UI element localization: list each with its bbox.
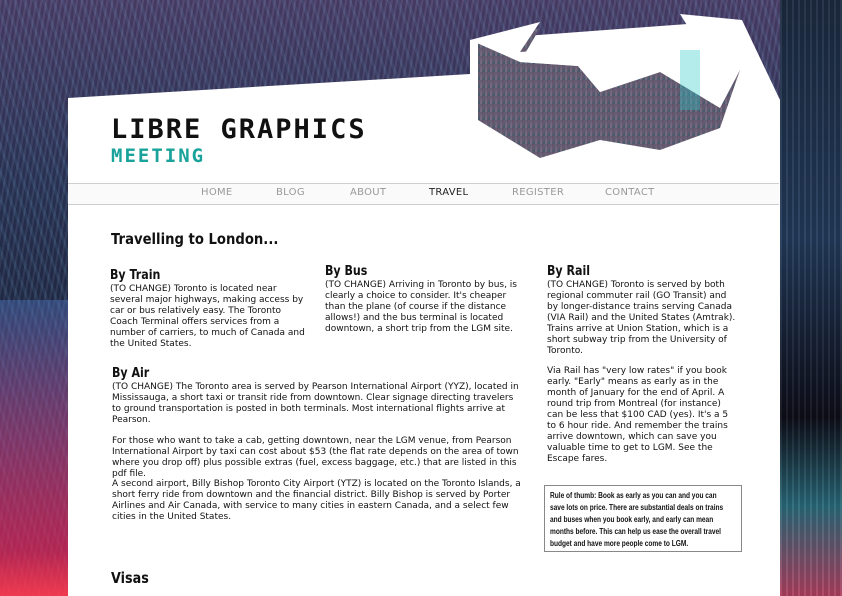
bus-text: (TO CHANGE) Arriving in Toronto by bus, …: [325, 280, 517, 334]
rail-text-1: (TO CHANGE) Toronto is served by both re…: [547, 280, 736, 356]
air-text-1: (TO CHANGE) The Toronto area is served b…: [112, 382, 519, 425]
rail-text-2: Via Rail has "very low rates" if you boo…: [547, 366, 729, 464]
travel-tip-box: Rule of thumb: Book as early as you can …: [544, 485, 742, 552]
nav-contact[interactable]: CONTACT: [605, 187, 655, 198]
visas-heading: Visas: [111, 569, 149, 587]
nav-about[interactable]: ABOUT: [350, 187, 386, 198]
air-text-3: A second airport, Billy Bishop Toronto C…: [112, 479, 521, 522]
air-text-2: For those who want to take a cab, gettin…: [112, 436, 519, 479]
nav-blog[interactable]: BLOG: [276, 187, 305, 198]
site-logo[interactable]: LIBRE GRAPHICS MEETING: [111, 114, 367, 168]
main-nav: HOME BLOG ABOUT TRAVEL REGISTER CONTACT: [68, 183, 779, 205]
page-title: Travelling to London...: [111, 230, 279, 248]
logo-line2: MEETING: [111, 145, 206, 167]
bus-heading: By Bus: [325, 264, 368, 279]
travel-tip-text: Rule of thumb: Book as early as you can …: [550, 491, 724, 548]
train-heading: By Train: [110, 268, 161, 283]
air-heading: By Air: [112, 366, 150, 381]
nav-travel[interactable]: TRAVEL: [429, 187, 468, 198]
logo-line1: LIBRE GRAPHICS: [111, 114, 367, 145]
header-geometric-art: [470, 14, 742, 158]
train-text: (TO CHANGE) Toronto is located near seve…: [110, 284, 305, 349]
nav-register[interactable]: REGISTER: [512, 187, 564, 198]
rail-heading: By Rail: [547, 264, 591, 279]
nav-home[interactable]: HOME: [201, 187, 233, 198]
